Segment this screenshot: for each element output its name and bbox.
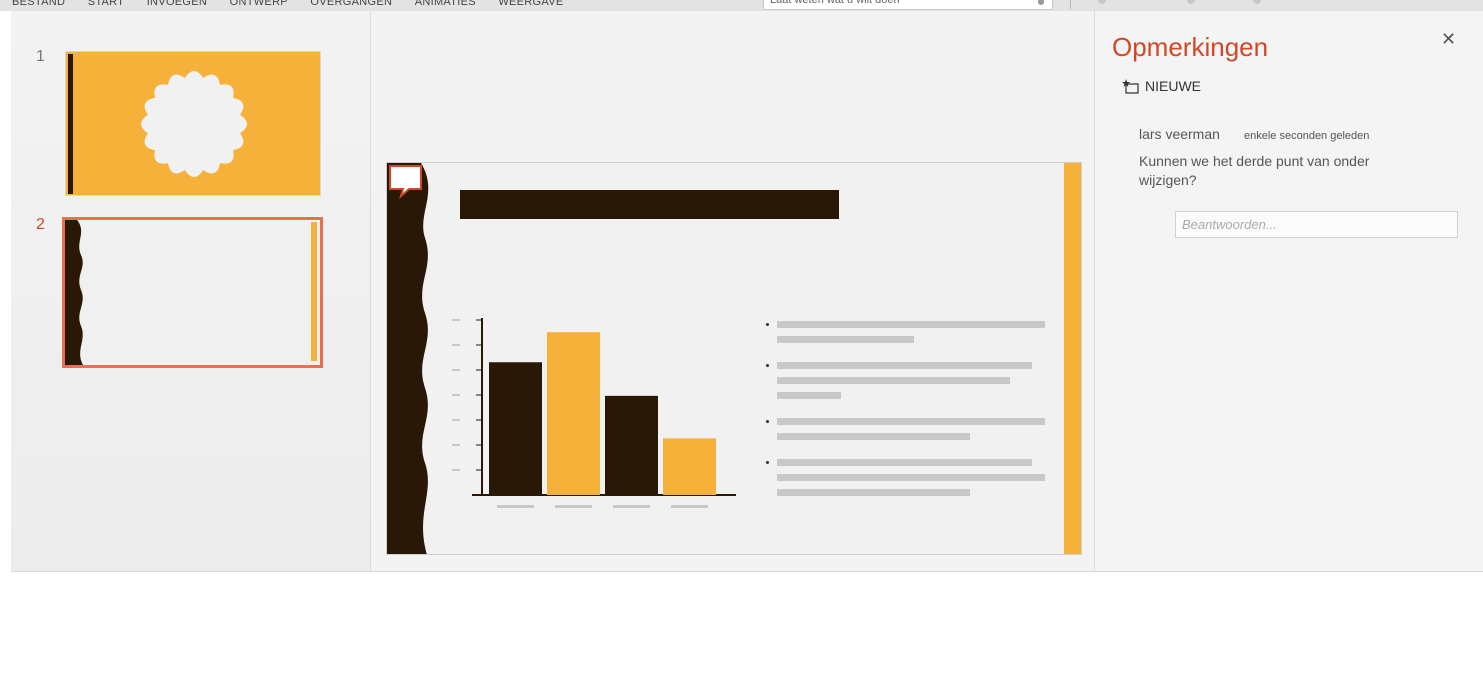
wavy-side-shape (387, 163, 429, 554)
chart-y-tick-label (452, 394, 460, 396)
comment-author: lars veerman (1139, 126, 1220, 142)
reply-input[interactable] (1175, 211, 1458, 238)
bullet-text-line (777, 474, 1045, 481)
bullet-text-line (777, 418, 1045, 425)
bullet-dot (766, 461, 769, 464)
bullet-dot (766, 420, 769, 423)
new-comment-icon (1122, 78, 1140, 97)
bullet-text-line (777, 392, 841, 399)
chart-x-tick-label (497, 505, 534, 508)
presentation-window: 1 2 Opmerkingen ✕ NIEUWE lars veerman en… (11, 11, 1483, 572)
comment-marker-icon[interactable] (387, 163, 427, 203)
thumbnail-number-1: 1 (36, 48, 45, 65)
ribbon: BESTAND START INVOEGEN ONTWERP OVERGANGE… (0, 0, 1483, 11)
chart-x-tick-label (613, 505, 650, 508)
chart-y-tick-label (452, 369, 460, 371)
bullet-text-line (777, 336, 914, 343)
tell-me-input[interactable]: Laat weten wat u wilt doen (763, 0, 1053, 10)
current-slide[interactable] (386, 162, 1082, 555)
slide-editor (371, 11, 1095, 571)
chart-bar (663, 438, 716, 495)
bullet-text-line (777, 377, 1010, 384)
tab-invoegen[interactable]: INVOEGEN (147, 0, 207, 11)
ribbon-tabs: BESTAND START INVOEGEN ONTWERP OVERGANGE… (0, 0, 570, 11)
comments-pane: Opmerkingen ✕ NIEUWE lars veerman enkele… (1095, 11, 1483, 571)
bullet-text-line (777, 433, 970, 440)
thumbnail-gold-bar (311, 222, 317, 361)
comments-icon[interactable] (1187, 0, 1195, 4)
tab-weergave[interactable]: WEERGAVE (498, 0, 563, 11)
bar-chart (452, 318, 736, 508)
new-comment-button[interactable]: NIEUWE (1122, 78, 1201, 97)
close-icon[interactable]: ✕ (1441, 29, 1456, 50)
bullet-text-line (777, 459, 1032, 466)
bullet-dot (766, 364, 769, 367)
slide-gold-bar (1064, 163, 1081, 554)
ribbon-separator (1070, 0, 1071, 9)
bullet-text-line (777, 489, 970, 496)
thumbnail-number-2: 2 (36, 216, 45, 233)
bullet-text-line (777, 321, 1045, 328)
tab-start[interactable]: START (88, 0, 125, 11)
comment-timestamp: enkele seconden geleden (1244, 130, 1370, 142)
wavy-border-shape (65, 220, 83, 365)
slide-thumbnail-1[interactable] (65, 51, 321, 196)
slide-thumbnails-pane: 1 2 (11, 11, 371, 571)
tab-bestand[interactable]: BESTAND (12, 0, 65, 11)
chart-y-tick-label (452, 469, 460, 471)
chart-bar (605, 395, 658, 495)
chart-x-tick-label (555, 505, 592, 508)
bullet-dot (766, 323, 769, 326)
tab-ontwerp[interactable]: ONTWERP (230, 0, 288, 11)
comment-text: Kunnen we het derde punt van onder wijzi… (1139, 153, 1370, 188)
slide-thumbnail-2[interactable] (62, 217, 323, 368)
chart-bar (547, 332, 600, 495)
chart-y-tick-label (452, 344, 460, 346)
scallop-circle-shape (141, 71, 247, 177)
chart-x-tick-label (671, 505, 708, 508)
bullet-text-line (777, 362, 1032, 369)
comments-title: Opmerkingen (1112, 32, 1269, 62)
share-icon[interactable] (1098, 0, 1106, 4)
tab-animaties[interactable]: ANIMATIES (415, 0, 476, 11)
tab-overgangen[interactable]: OVERGANGEN (310, 0, 392, 11)
slide-title-placeholder (460, 190, 839, 219)
account-icon[interactable] (1253, 0, 1261, 4)
chart-y-tick-label (452, 419, 460, 421)
chart-y-tick-label (452, 444, 460, 446)
chart-bar (489, 362, 542, 495)
new-comment-label: NIEUWE (1145, 78, 1201, 95)
chart-y-tick-label (452, 319, 460, 321)
